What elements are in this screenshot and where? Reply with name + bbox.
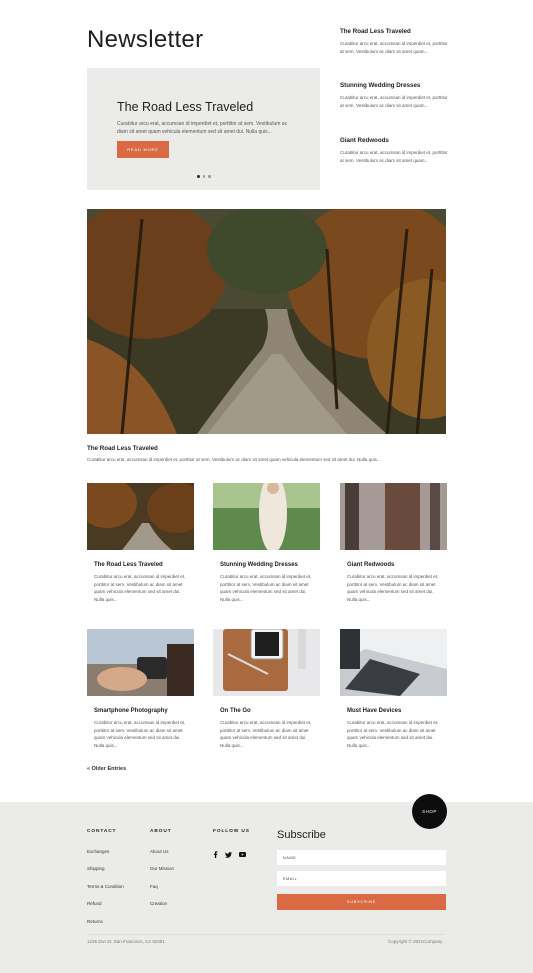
post-excerpt: Curabitur arcu erat, accumsan id imperdi… — [94, 574, 186, 603]
footer-contact-heading: CONTACT — [87, 829, 117, 834]
forest-road-thumbnail — [87, 483, 194, 550]
post-card: Stunning Wedding Dresses Curabitur arcu … — [213, 483, 320, 604]
footer-follow-heading: FOLLOW US — [213, 829, 250, 834]
post-image[interactable] — [213, 483, 320, 550]
post-image[interactable] — [87, 629, 194, 696]
email-field[interactable]: EMAIL — [277, 871, 446, 886]
post-card: On The Go Curabitur arcu erat, accumsan … — [213, 629, 320, 750]
side-post: Stunning Wedding Dresses Curabitur arcu … — [340, 82, 450, 109]
side-post-excerpt: Curabitur arcu erat, accumsan id imperdi… — [340, 150, 448, 163]
post-image[interactable] — [213, 629, 320, 696]
footer-divider — [87, 934, 446, 935]
side-post: The Road Less Traveled Curabitur arcu er… — [340, 28, 450, 55]
post-image[interactable] — [340, 629, 447, 696]
subscribe-button[interactable]: SUBSCRIBE — [277, 894, 446, 910]
footer-link-exchanges[interactable]: Exchanges — [87, 849, 109, 854]
slider-dot[interactable] — [202, 175, 205, 178]
footer-link-returns[interactable]: Returns — [87, 919, 103, 924]
social-icons — [213, 851, 246, 858]
post-title[interactable]: On The Go — [220, 708, 320, 714]
read-more-button[interactable]: READ MORE — [117, 141, 169, 158]
side-post-excerpt: Curabitur arcu erat, accumsan id imperdi… — [340, 41, 448, 54]
post-excerpt: Curabitur arcu erat, accumsan id imperdi… — [347, 574, 439, 603]
footer-link-refund[interactable]: Refund — [87, 901, 102, 906]
slider-excerpt: Curabitur arcu erat, accumsan id imperdi… — [117, 121, 288, 136]
footer — [0, 802, 533, 973]
post-excerpt: Curabitur arcu erat, accumsan id imperdi… — [347, 720, 439, 749]
wedding-dress-thumbnail — [213, 483, 320, 550]
shop-button[interactable]: SHOP — [412, 794, 447, 829]
post-title[interactable]: Must Have Devices — [347, 708, 447, 714]
side-post-excerpt: Curabitur arcu erat, accumsan id imperdi… — [340, 95, 448, 108]
post-image[interactable] — [87, 483, 194, 550]
footer-link-about-us[interactable]: About Us — [150, 849, 169, 854]
post-excerpt: Curabitur arcu erat, accumsan id imperdi… — [94, 720, 186, 749]
footer-copyright: Copyright © 2021Company — [388, 939, 443, 944]
older-entries-link[interactable]: « Older Entries — [87, 766, 126, 772]
side-post-title[interactable]: The Road Less Traveled — [340, 28, 450, 35]
slider-dot[interactable] — [197, 175, 200, 178]
twitter-icon[interactable] — [225, 851, 232, 858]
post-title[interactable]: The Road Less Traveled — [94, 562, 194, 568]
slider-title[interactable]: The Road Less Traveled — [117, 100, 253, 114]
featured-post-excerpt: Curabitur arcu erat, accumsan id imperdi… — [87, 457, 381, 462]
footer-link-our-mission[interactable]: Our Mission — [150, 866, 174, 871]
subscribe-title: Subscribe — [277, 829, 326, 841]
footer-link-shipping[interactable]: Shipping — [87, 866, 105, 871]
post-title[interactable]: Giant Redwoods — [347, 562, 447, 568]
youtube-icon[interactable] — [239, 852, 246, 857]
redwoods-thumbnail — [340, 483, 447, 550]
post-excerpt: Curabitur arcu erat, accumsan id imperdi… — [220, 720, 312, 749]
footer-link-terms[interactable]: Terms & Condition — [87, 884, 124, 889]
post-image[interactable] — [340, 483, 447, 550]
post-card: Smartphone Photography Curabitur arcu er… — [87, 629, 194, 750]
featured-post-title[interactable]: The Road Less Traveled — [87, 445, 158, 452]
footer-address: 1235 Divi St. San Francisco, CA 92351 — [87, 939, 165, 944]
footer-about-heading: ABOUT — [150, 829, 172, 834]
name-field[interactable]: NAME — [277, 850, 446, 865]
on-the-go-thumbnail — [213, 629, 320, 696]
page-title: Newsletter — [87, 26, 204, 53]
side-post-title[interactable]: Stunning Wedding Dresses — [340, 82, 450, 89]
slider-dot[interactable] — [208, 175, 211, 178]
footer-link-faq[interactable]: Faq — [150, 884, 158, 889]
laptop-thumbnail — [340, 629, 447, 696]
post-title[interactable]: Smartphone Photography — [94, 708, 194, 714]
side-post-title[interactable]: Giant Redwoods — [340, 137, 450, 144]
featured-image[interactable] — [87, 209, 446, 434]
post-excerpt: Curabitur arcu erat, accumsan id imperdi… — [220, 574, 312, 603]
post-card: Giant Redwoods Curabitur arcu erat, accu… — [340, 483, 447, 604]
post-title[interactable]: Stunning Wedding Dresses — [220, 562, 320, 568]
post-card: The Road Less Traveled Curabitur arcu er… — [87, 483, 194, 604]
facebook-icon[interactable] — [213, 851, 218, 858]
footer-link-creation[interactable]: Creation — [150, 901, 167, 906]
side-post: Giant Redwoods Curabitur arcu erat, accu… — [340, 137, 450, 164]
smartphone-photography-thumbnail — [87, 629, 194, 696]
slider-dots — [197, 175, 211, 178]
forest-road-image — [87, 209, 446, 434]
post-card: Must Have Devices Curabitur arcu erat, a… — [340, 629, 447, 750]
